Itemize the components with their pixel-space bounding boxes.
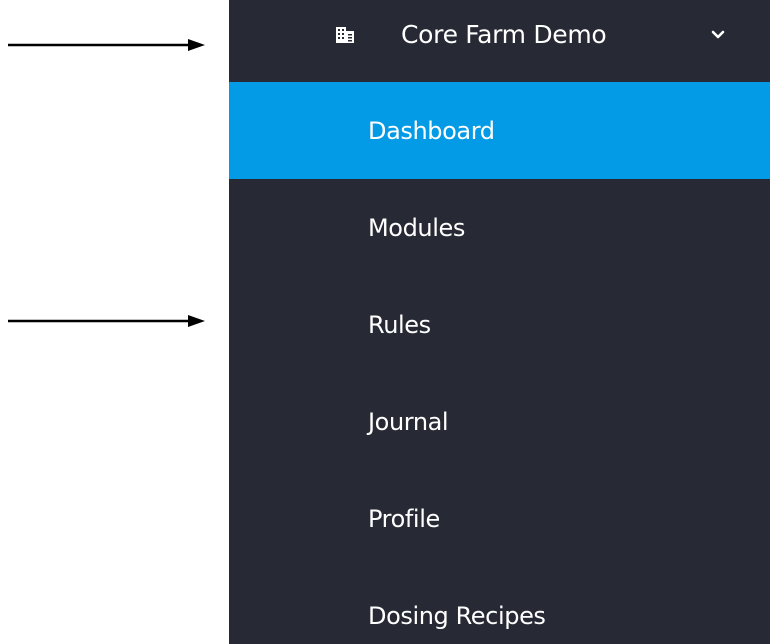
- sidebar-item-label: Profile: [368, 504, 440, 533]
- farm-name: Core Farm Demo: [401, 20, 607, 49]
- sidebar-item-label: Journal: [368, 407, 449, 436]
- screenshot-canvas: Core Farm Demo Dashboard Modules Rules J…: [0, 0, 770, 644]
- sidebar-item-label: Dosing Recipes: [368, 601, 546, 630]
- sidebar-nav: Dashboard Modules Rules Journal Profile …: [229, 82, 770, 644]
- sidebar-item-modules[interactable]: Modules: [229, 179, 770, 276]
- sidebar-item-dashboard[interactable]: Dashboard: [229, 82, 770, 179]
- sidebar-item-label: Rules: [368, 310, 431, 339]
- sidebar-item-profile[interactable]: Profile: [229, 470, 770, 567]
- sidebar-item-label: Dashboard: [368, 116, 495, 145]
- sidebar-item-journal[interactable]: Journal: [229, 373, 770, 470]
- sidebar-item-dosing-recipes[interactable]: Dosing Recipes: [229, 567, 770, 644]
- farm-switcher[interactable]: Core Farm Demo: [229, 0, 770, 82]
- chevron-down-icon[interactable]: [709, 26, 727, 44]
- sidebar: Core Farm Demo Dashboard Modules Rules J…: [229, 0, 770, 644]
- sidebar-item-label: Modules: [368, 213, 465, 242]
- right-arrow-icon: [8, 315, 205, 327]
- sidebar-item-rules[interactable]: Rules: [229, 276, 770, 373]
- building-icon: [336, 27, 354, 43]
- right-arrow-icon: [8, 39, 205, 51]
